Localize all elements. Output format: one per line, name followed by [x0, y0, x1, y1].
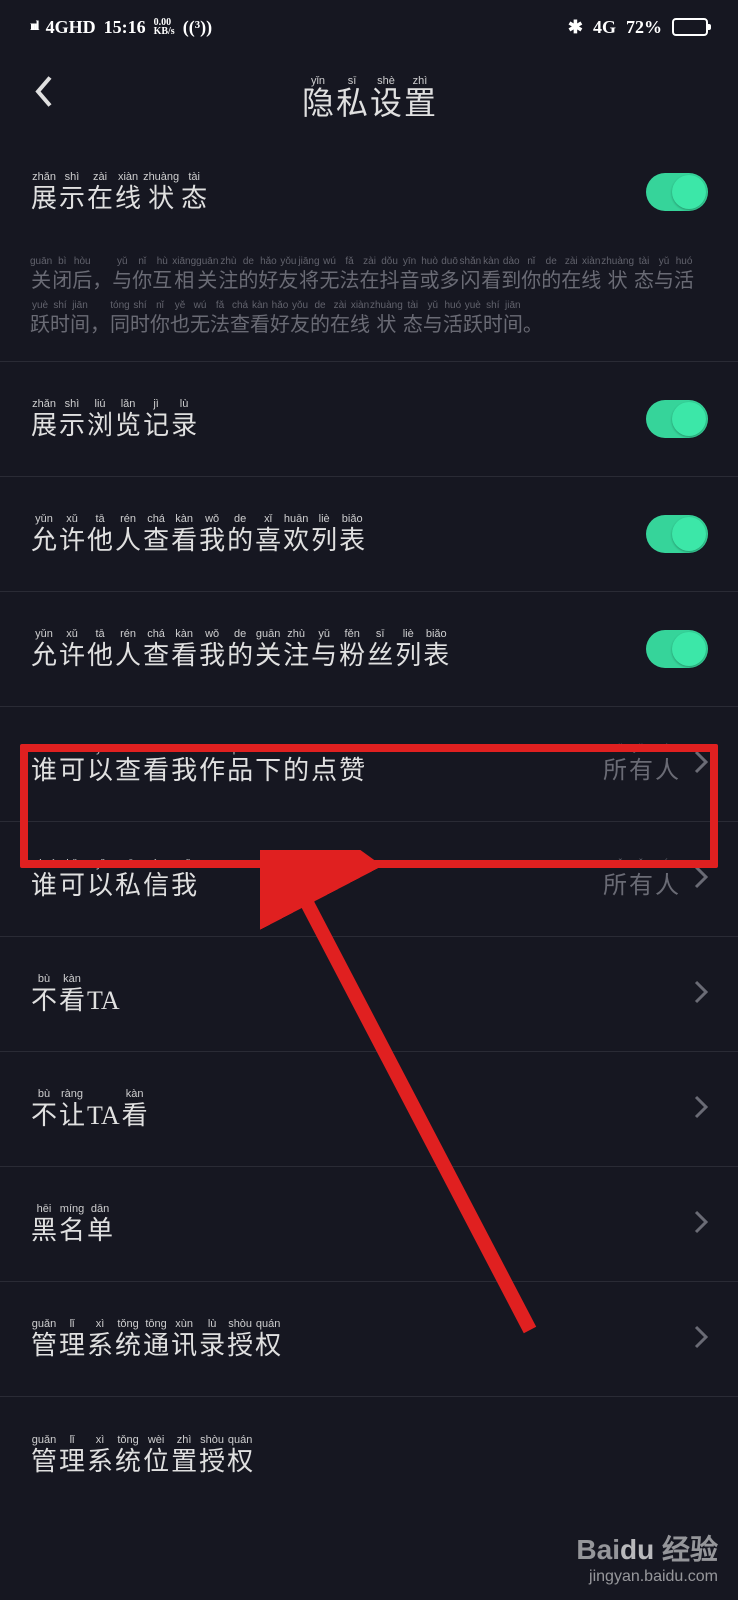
- row-label: shuí谁kě可yǐ以sī私xìn信wǒ我: [30, 857, 198, 901]
- chevron-right-icon: [694, 1210, 708, 1239]
- battery-icon: [672, 18, 708, 36]
- settings-list: zhǎn展shì示zài在xiàn线zhuàng状tài态 guān关bì闭hò…: [0, 134, 738, 1512]
- battery-percent: 72%: [626, 17, 662, 38]
- row-show-online-status[interactable]: zhǎn展shì示zài在xiàn线zhuàng状tài态: [0, 134, 738, 249]
- page-title: yǐn隐sī私shè设zhì置: [301, 71, 437, 118]
- row-label: shuí谁kě可yǐ以chá查kàn看wǒ我zuò作pǐn品xià下de的diǎ…: [30, 742, 366, 786]
- chevron-right-icon: [694, 1325, 708, 1354]
- row-description: guān关bì闭hòu后 ，yǔ与nǐ你hù互xiāng相guān关zhù注de…: [0, 249, 738, 362]
- hotspot-icon: ((³)): [183, 17, 212, 38]
- row-label: yǔn允xǔ许tā他rén人chá查kàn看wǒ我de的xǐ喜huān欢liè列…: [30, 512, 366, 556]
- toggle-view-follow[interactable]: [646, 630, 708, 668]
- row-label: hēi黑míng名dān单: [30, 1202, 114, 1246]
- row-who-can-see-likes[interactable]: shuí谁kě可yǐ以chá查kàn看wǒ我zuò作pǐn品xià下de的diǎ…: [0, 707, 738, 822]
- row-label: zhǎn展shì示zài在xiàn线zhuàng状tài态: [30, 170, 208, 214]
- bluetooth-icon: ✱: [568, 17, 583, 38]
- watermark: Baidu 经验 jingyan.baidu.com: [576, 1528, 718, 1586]
- row-blacklist[interactable]: hēi黑míng名dān单: [0, 1167, 738, 1282]
- row-manage-location[interactable]: guǎn管lǐ理xì系tǒng统wèi位zhì置shòu授quán权: [0, 1397, 738, 1512]
- row-value: suǒ所yǒu有rén人: [602, 742, 680, 786]
- back-button[interactable]: [30, 74, 58, 115]
- row-value: suǒ所yǒu有rén人: [602, 857, 680, 901]
- row-dont-let-see[interactable]: bù不ràng让 TAkàn看: [0, 1052, 738, 1167]
- chevron-right-icon: [694, 865, 708, 894]
- row-manage-contacts[interactable]: guǎn管lǐ理xì系tǒng统tōng通xùn讯lù录shòu授quán权: [0, 1282, 738, 1397]
- row-label: yǔn允xǔ许tā他rén人chá查kàn看wǒ我de的guān关zhù注yǔ与…: [30, 627, 450, 671]
- row-label: bù不kàn看 TA: [30, 972, 121, 1016]
- data-speed: 0.00KB/s: [154, 18, 175, 36]
- network-right: 4G: [593, 17, 616, 38]
- status-bar: ıııl 4GHD 15:16 0.00KB/s ((³)) ✱ 4G 72%: [0, 0, 738, 54]
- row-allow-view-follow[interactable]: yǔn允xǔ许tā他rén人chá查kàn看wǒ我de的guān关zhù注yǔ与…: [0, 592, 738, 707]
- chevron-right-icon: [694, 980, 708, 1009]
- toggle-online-status[interactable]: [646, 173, 708, 211]
- toggle-browse-history[interactable]: [646, 400, 708, 438]
- row-allow-view-likes[interactable]: yǔn允xǔ许tā他rén人chá查kàn看wǒ我de的xǐ喜huān欢liè列…: [0, 477, 738, 592]
- row-show-browse-history[interactable]: zhǎn展shì示liú浏lǎn览jì记lù录: [0, 362, 738, 477]
- status-time: 15:16: [104, 17, 146, 38]
- network-type: 4GHD: [46, 17, 96, 38]
- chevron-right-icon: [694, 1095, 708, 1124]
- row-label: zhǎn展shì示liú浏lǎn览jì记lù录: [30, 397, 198, 441]
- row-label: bù不ràng让 TAkàn看: [30, 1087, 149, 1131]
- toggle-view-likes[interactable]: [646, 515, 708, 553]
- chevron-right-icon: [694, 750, 708, 779]
- row-who-can-message[interactable]: shuí谁kě可yǐ以sī私xìn信wǒ我 suǒ所yǒu有rén人: [0, 822, 738, 937]
- signal-icon: ıııl: [30, 19, 38, 35]
- row-label: guǎn管lǐ理xì系tǒng统tōng通xùn讯lù录shòu授quán权: [30, 1317, 282, 1361]
- row-label: guǎn管lǐ理xì系tǒng统wèi位zhì置shòu授quán权: [30, 1433, 254, 1477]
- app-header: yǐn隐sī私shè设zhì置: [0, 54, 738, 134]
- row-dont-see[interactable]: bù不kàn看 TA: [0, 937, 738, 1052]
